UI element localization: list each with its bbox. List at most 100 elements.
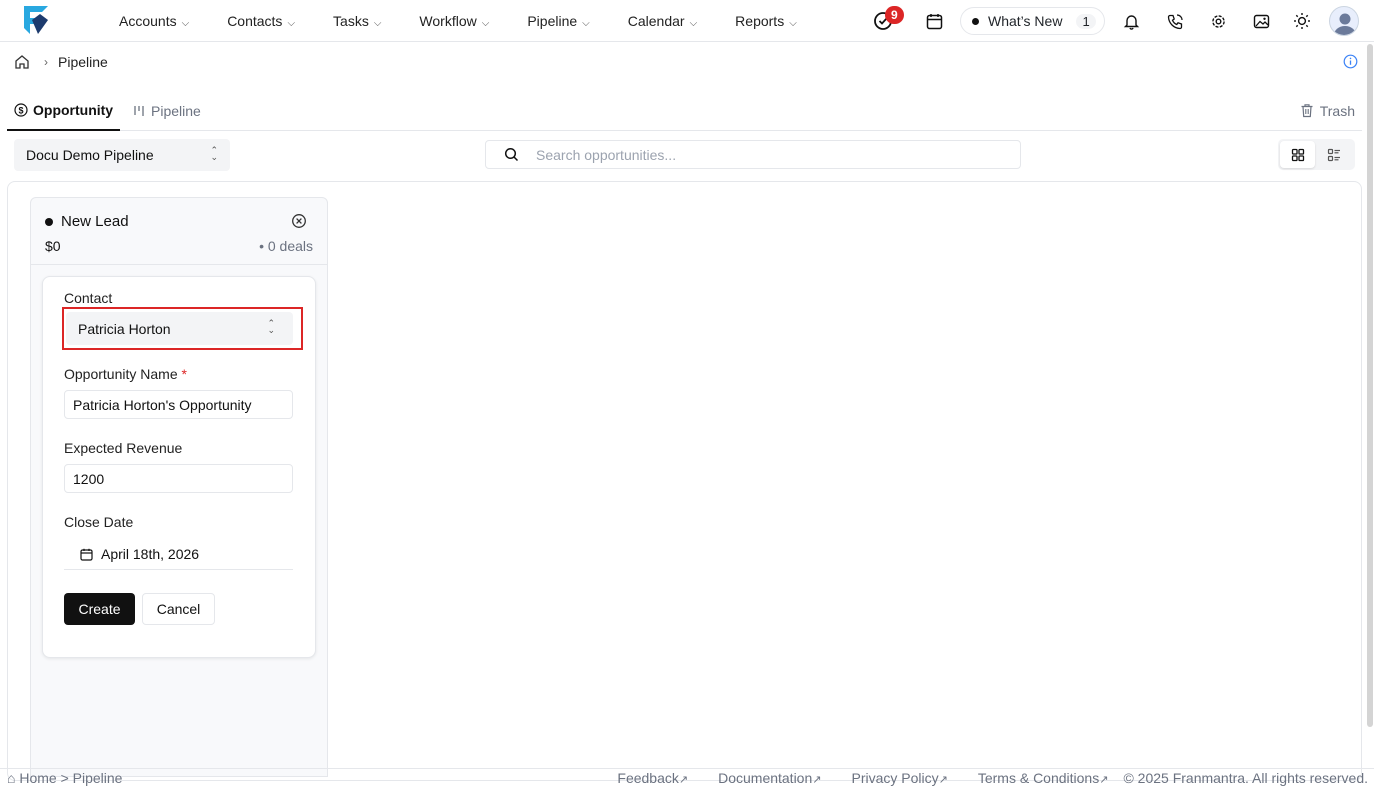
tab-pipeline[interactable]: Pipeline <box>133 90 201 131</box>
page-scrollbar[interactable] <box>1367 44 1373 727</box>
nav-calendar[interactable]: Calendar ⌵ <box>628 13 697 29</box>
chevron-down-icon: ⌵ <box>287 17 296 29</box>
create-opportunity-form: Contact Patricia Horton ⌃ ⌄ Opportunity N… <box>42 276 316 658</box>
footer-link-label: Privacy Policy <box>851 770 939 786</box>
nav-accounts[interactable]: Accounts ⌵ <box>119 13 189 29</box>
whats-new-button[interactable]: What’s New 1 <box>960 7 1105 35</box>
stage-color-dot <box>45 217 53 226</box>
search-box <box>485 140 1021 169</box>
svg-text:$: $ <box>18 105 23 115</box>
expected-revenue-input[interactable] <box>64 464 293 493</box>
grid-view-button[interactable] <box>1280 141 1315 168</box>
nav-pipeline[interactable]: Pipeline ⌵ <box>527 13 589 29</box>
sun-icon[interactable] <box>1292 11 1312 31</box>
list-view-icon <box>1327 148 1340 161</box>
footer-breadcrumb[interactable]: ⌂ Home > Pipeline <box>7 770 122 786</box>
calendar-icon[interactable] <box>924 11 944 31</box>
phone-icon[interactable] <box>1165 11 1185 31</box>
avatar[interactable] <box>1329 6 1359 36</box>
updown-icon: ⌃ ⌄ <box>210 145 218 162</box>
top-navbar: Accounts ⌵ Contacts ⌵ Tasks ⌵ Workflow ⌵ Pip… <box>0 0 1374 42</box>
nav-label: Contacts <box>227 13 283 29</box>
footer-link-privacy[interactable]: Privacy Policy↗ <box>836 770 947 786</box>
copyright: © 2025 Franmantra. All rights reserved. <box>1123 770 1368 786</box>
chevron-down-icon: ⌵ <box>481 17 490 29</box>
cancel-button[interactable]: Cancel <box>142 593 215 625</box>
whats-new-label: What’s New <box>988 13 1063 29</box>
trash-icon <box>1301 104 1313 118</box>
list-view-button[interactable] <box>1316 141 1351 168</box>
nav-tasks[interactable]: Tasks ⌵ <box>333 13 381 29</box>
chevron-down-icon: ⌵ <box>789 17 797 29</box>
tabs-bar: $ Opportunity Pipeline Trash <box>7 90 1362 131</box>
tab-opportunity[interactable]: $ Opportunity <box>7 90 121 131</box>
footer-link-documentation[interactable]: Documentation↗ <box>703 770 821 786</box>
stage-amount: $0 <box>45 238 61 254</box>
trash-button[interactable]: Trash <box>1300 90 1355 131</box>
breadcrumb-current: Pipeline <box>58 54 108 70</box>
nav-label: Calendar <box>627 13 685 29</box>
view-toggle <box>1278 139 1355 170</box>
pipeline-select-value: Docu Demo Pipeline <box>26 147 154 163</box>
create-button[interactable]: Create <box>64 593 135 625</box>
main-nav: Accounts ⌵ Contacts ⌵ Tasks ⌵ Workflow ⌵ Pip… <box>119 0 835 42</box>
tab-label: Pipeline <box>151 102 201 119</box>
external-link-icon: ↗ <box>938 774 948 786</box>
dollar-icon: $ <box>14 102 28 117</box>
chevron-down-icon: ⌵ <box>373 17 382 29</box>
tab-label: Opportunity <box>33 101 114 118</box>
close-date-label: Close Date <box>64 514 134 530</box>
opportunity-name-label: Opportunity Name * <box>64 366 187 382</box>
notification-badge: 9 <box>885 6 904 24</box>
nav-label: Pipeline <box>527 13 578 29</box>
updown-icon: ⌃ ⌄ <box>267 318 275 335</box>
contact-select-value: Patricia Horton <box>78 320 171 337</box>
stage-header: New Lead $0 • 0 deals <box>31 198 327 265</box>
chevron-down-icon: ⌵ <box>689 17 698 29</box>
nav-contacts[interactable]: Contacts ⌵ <box>227 13 295 29</box>
stage-title: New Lead <box>45 213 129 230</box>
opportunity-name-label-text: Opportunity Name <box>64 366 178 382</box>
bell-icon[interactable] <box>1121 11 1141 31</box>
opportunity-name-input[interactable] <box>64 390 293 419</box>
required-marker: * <box>181 366 187 382</box>
footer-link-label: Feedback <box>617 770 679 786</box>
chevron-down-icon: ⌵ <box>181 17 190 29</box>
close-date-value: April 18th, 2026 <box>101 546 200 562</box>
footer-link-label: Terms & Conditions <box>977 770 1100 786</box>
logo[interactable] <box>22 4 50 36</box>
close-circle-icon[interactable] <box>291 213 307 229</box>
nav-workflow[interactable]: Workflow ⌵ <box>419 13 489 29</box>
status-dot <box>972 17 979 25</box>
nav-label: Tasks <box>333 13 369 29</box>
image-icon[interactable] <box>1251 11 1271 31</box>
search-icon <box>504 147 519 162</box>
external-link-icon: ↗ <box>812 774 822 786</box>
stage-deal-count: • 0 deals <box>259 238 313 254</box>
contact-select[interactable]: Patricia Horton ⌃ ⌄ <box>66 312 293 345</box>
pipeline-select[interactable]: Docu Demo Pipeline ⌃ ⌄ <box>14 139 230 171</box>
footer-link-terms[interactable]: Terms & Conditions↗ <box>963 770 1109 786</box>
whats-new-count: 1 <box>1076 13 1096 29</box>
footer-link-label: Documentation <box>718 770 813 786</box>
stage-title-label: New Lead <box>61 213 129 230</box>
nav-label: Reports <box>735 13 785 29</box>
trash-label: Trash <box>1319 102 1355 119</box>
breadcrumb-separator: › <box>44 55 48 69</box>
home-icon[interactable] <box>14 54 30 70</box>
nav-label: Workflow <box>419 13 477 29</box>
gear-icon[interactable] <box>1208 11 1228 31</box>
nav-label: Accounts <box>119 13 177 29</box>
calendar-icon <box>80 548 93 561</box>
grid-view-icon <box>1291 148 1304 161</box>
breadcrumb: › Pipeline <box>14 54 108 70</box>
footer-link-feedback[interactable]: Feedback↗ <box>602 770 688 786</box>
contact-label: Contact <box>64 290 113 306</box>
expected-revenue-label: Expected Revenue <box>64 440 183 456</box>
info-icon[interactable] <box>1343 54 1358 69</box>
external-link-icon: ↗ <box>678 774 689 786</box>
footer: ⌂ Home > Pipeline Feedback↗ Documentatio… <box>0 768 1374 787</box>
close-date-picker[interactable]: April 18th, 2026 <box>64 539 293 570</box>
nav-reports[interactable]: Reports ⌵ <box>735 13 797 29</box>
search-input[interactable] <box>536 146 1020 163</box>
